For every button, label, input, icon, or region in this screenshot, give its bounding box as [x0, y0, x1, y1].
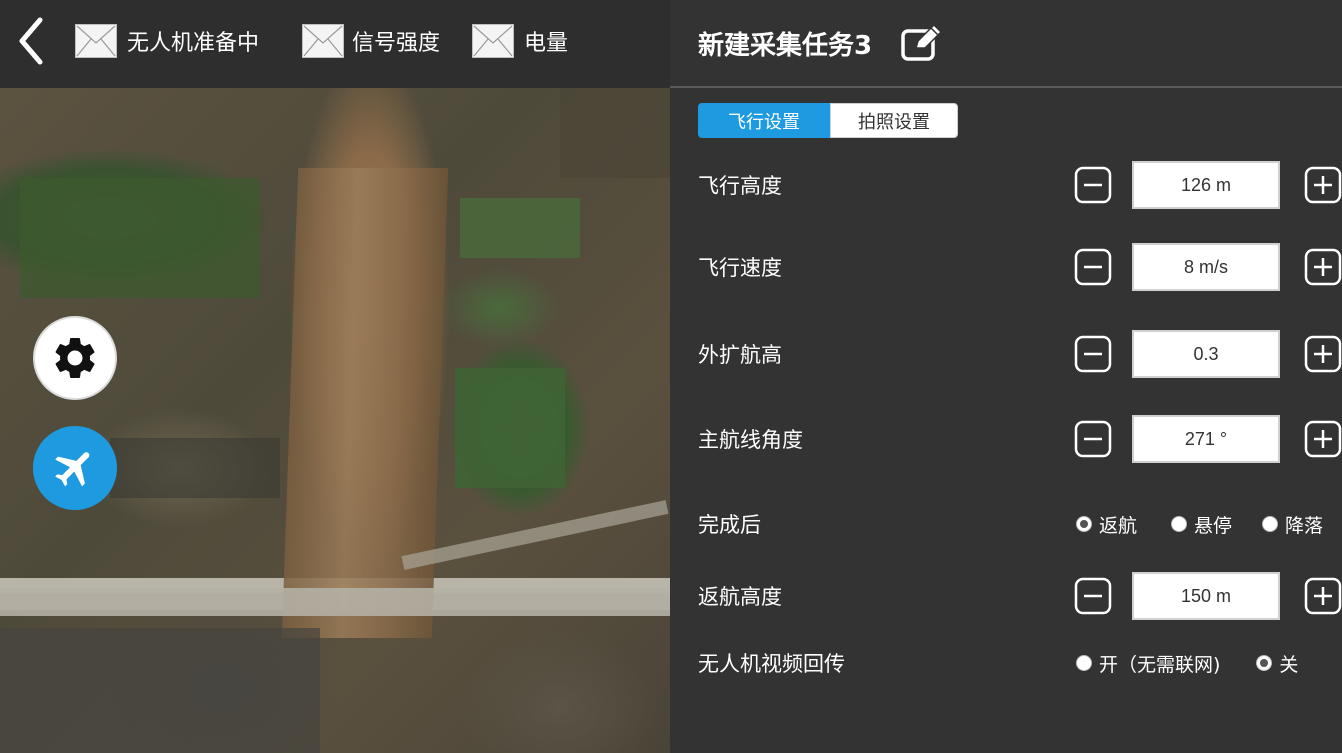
flight-altitude-stepper	[1074, 161, 1342, 209]
main-route-angle-row: 主航线角度	[698, 414, 1342, 464]
radio-hover[interactable]: 悬停	[1171, 511, 1232, 538]
radio-unselected-icon	[1262, 516, 1279, 532]
main-route-angle-label: 主航线角度	[698, 428, 803, 452]
image-placeholder-icon	[75, 24, 117, 58]
settings-tabs: 飞行设置 拍照设置	[698, 103, 958, 138]
minus-icon[interactable]	[1074, 420, 1112, 458]
radio-video-on[interactable]: 开（无需联网)	[1076, 650, 1220, 677]
edit-title-button[interactable]	[900, 23, 944, 63]
edit-icon	[901, 24, 943, 61]
extend-altitude-label: 外扩航高	[698, 343, 782, 367]
video-return-label: 无人机视频回传	[698, 652, 845, 676]
back-button[interactable]	[14, 14, 48, 68]
minus-icon[interactable]	[1074, 166, 1112, 204]
main-route-angle-input[interactable]	[1132, 415, 1280, 463]
return-altitude-stepper	[1074, 572, 1342, 620]
image-placeholder-icon	[472, 24, 514, 58]
flight-altitude-input[interactable]	[1132, 161, 1280, 209]
mission-title: 新建采集任务3	[698, 30, 873, 61]
extend-altitude-input[interactable]	[1132, 330, 1280, 378]
satellite-map[interactable]	[0, 88, 670, 753]
drone-status-label: 无人机准备中	[127, 31, 260, 56]
return-altitude-row: 返航高度	[698, 571, 1342, 621]
radio-label: 开（无需联网)	[1099, 653, 1221, 676]
flight-start-button[interactable]	[33, 426, 117, 510]
plus-icon[interactable]	[1304, 577, 1342, 615]
video-return-radio-group: 开（无需联网) 关	[1076, 650, 1298, 677]
plus-icon[interactable]	[1304, 420, 1342, 458]
signal-strength-label: 信号强度	[352, 31, 441, 56]
minus-icon[interactable]	[1074, 248, 1112, 286]
radio-selected-icon	[1256, 655, 1273, 671]
plus-icon[interactable]	[1304, 248, 1342, 286]
minus-icon[interactable]	[1074, 335, 1112, 373]
return-altitude-input[interactable]	[1132, 572, 1280, 620]
signal-strength: 信号强度	[302, 24, 440, 58]
radio-label: 降落	[1285, 514, 1324, 537]
radio-selected-icon	[1076, 516, 1092, 532]
after-completion-label: 完成后	[698, 513, 761, 537]
battery-level: 电量	[472, 24, 568, 58]
mission-settings-panel: 新建采集任务3 飞行设置 拍照设置 飞行高度 飞行速度 外扩	[670, 0, 1342, 753]
radio-video-off[interactable]: 关	[1256, 650, 1298, 677]
flight-speed-input[interactable]	[1132, 243, 1280, 291]
tab-flight-settings[interactable]: 飞行设置	[698, 103, 830, 138]
chevron-left-icon	[19, 17, 43, 65]
plus-icon[interactable]	[1304, 335, 1342, 373]
flight-altitude-row: 飞行高度	[698, 160, 1342, 210]
flight-speed-row: 飞行速度	[698, 242, 1342, 292]
top-status-bar: 无人机准备中 信号强度 电量	[0, 0, 670, 88]
after-completion-row: 完成后 返航 悬停 降落	[698, 499, 1342, 549]
main-route-angle-stepper	[1074, 415, 1342, 463]
radio-unselected-icon	[1076, 655, 1092, 671]
flight-speed-stepper	[1074, 243, 1342, 291]
panel-header: 新建采集任务3	[670, 0, 1342, 88]
extend-altitude-stepper	[1074, 330, 1342, 378]
drone-status: 无人机准备中	[75, 24, 259, 58]
image-placeholder-icon	[302, 24, 344, 58]
flight-altitude-label: 飞行高度	[698, 174, 782, 198]
after-completion-radio-group: 返航 悬停 降落	[1076, 511, 1323, 538]
plus-icon[interactable]	[1304, 166, 1342, 204]
radio-unselected-icon	[1171, 516, 1188, 532]
battery-level-label: 电量	[524, 31, 569, 56]
gear-icon	[55, 337, 95, 378]
minus-icon[interactable]	[1074, 577, 1112, 615]
settings-button[interactable]	[33, 316, 117, 400]
return-altitude-label: 返航高度	[698, 585, 782, 609]
radio-label: 悬停	[1194, 514, 1233, 537]
radio-label: 返航	[1099, 514, 1138, 537]
tab-photo-settings[interactable]: 拍照设置	[830, 103, 958, 138]
airplane-icon	[55, 452, 90, 487]
radio-return-home[interactable]: 返航	[1076, 511, 1137, 538]
radio-land[interactable]: 降落	[1262, 511, 1323, 538]
flight-speed-label: 飞行速度	[698, 256, 782, 280]
radio-label: 关	[1279, 653, 1299, 676]
video-return-row: 无人机视频回传 开（无需联网) 关	[698, 638, 1342, 688]
extend-altitude-row: 外扩航高	[698, 329, 1342, 379]
